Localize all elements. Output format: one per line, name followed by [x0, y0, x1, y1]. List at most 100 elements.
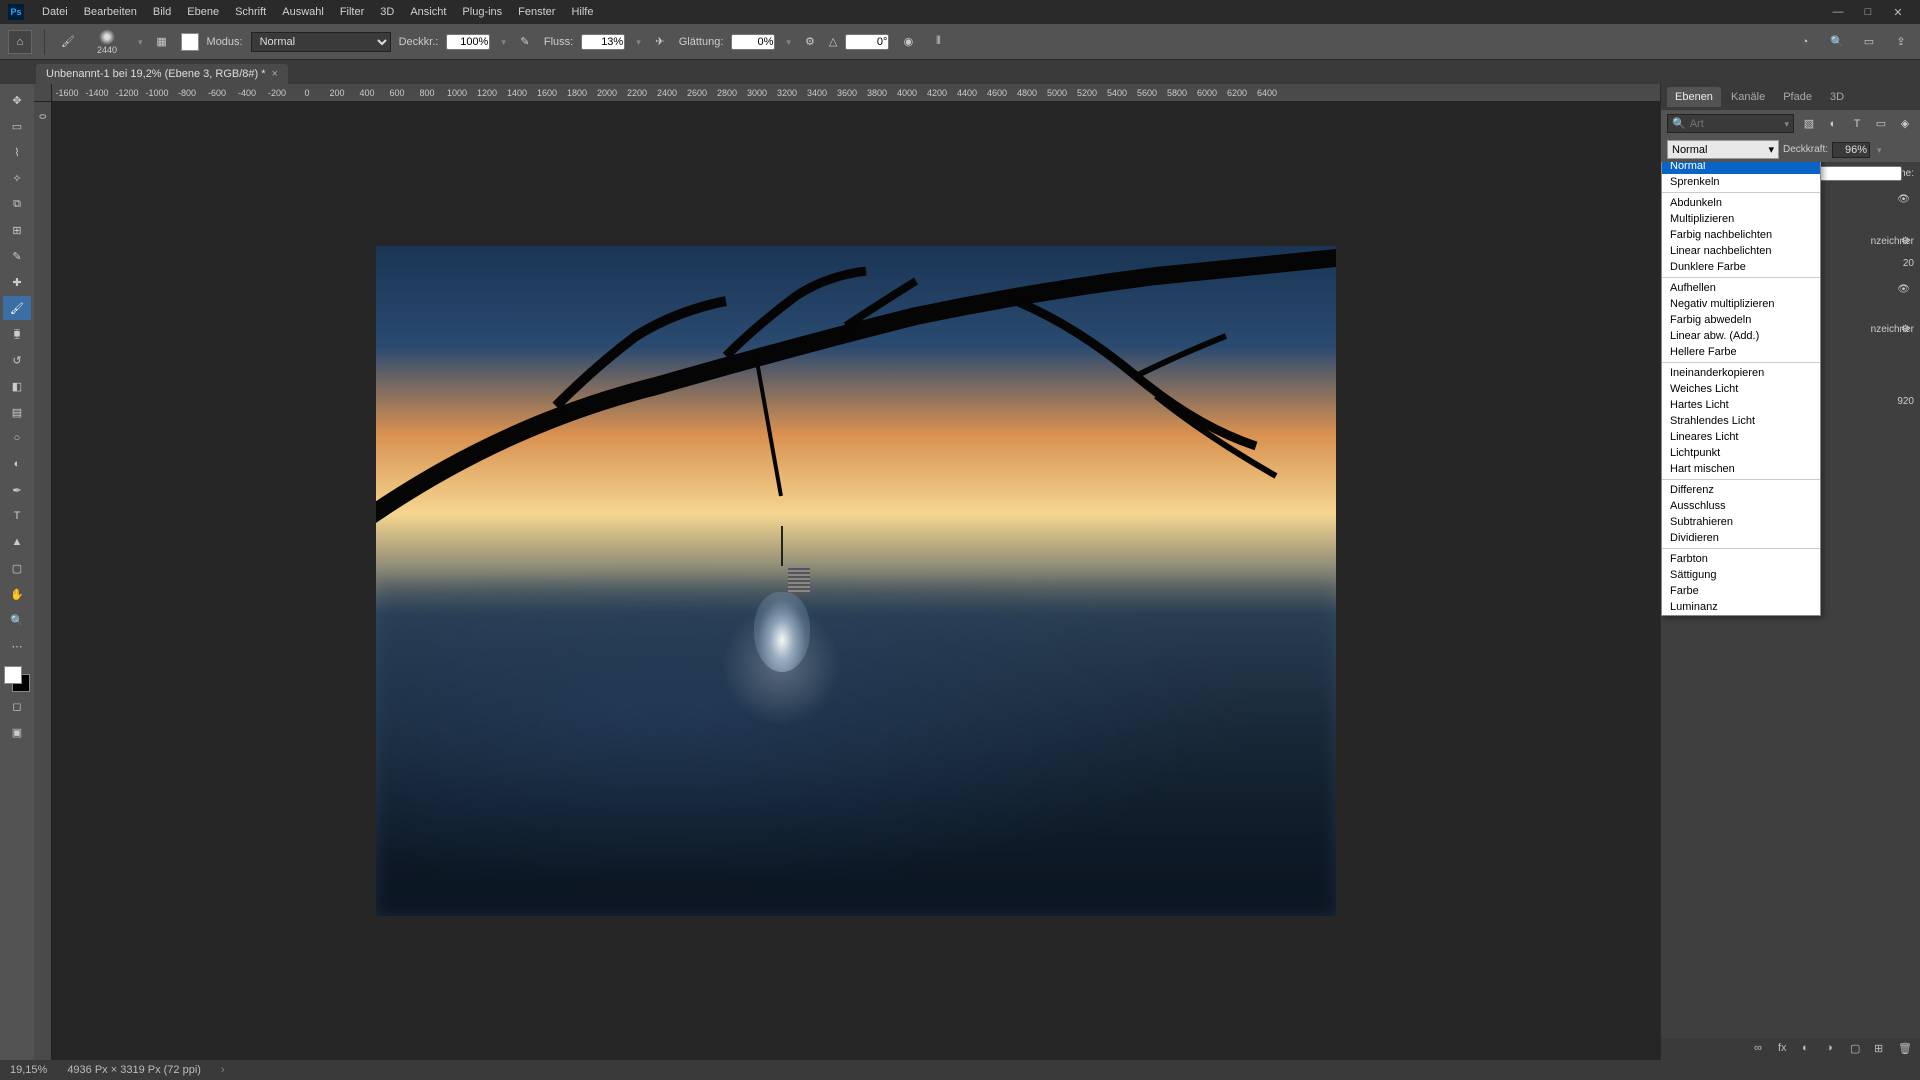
share-icon[interactable]: ⇪ [1890, 31, 1912, 53]
angle-input[interactable] [845, 34, 889, 50]
dodge-tool[interactable]: ◐ [3, 452, 31, 476]
blend-mode-option[interactable]: Differenz [1662, 482, 1820, 498]
blend-mode-option[interactable]: Normal [1662, 162, 1820, 174]
menu-hilfe[interactable]: Hilfe [563, 6, 601, 18]
eye-icon[interactable]: 👁 [1897, 284, 1910, 295]
blend-mode-option[interactable]: Aufhellen [1662, 280, 1820, 296]
blend-mode-option[interactable]: Linear abw. (Add.) [1662, 328, 1820, 344]
hand-tool[interactable]: ✋ [3, 582, 31, 606]
pen-tool[interactable]: ✒ [3, 478, 31, 502]
layer-filter-input[interactable] [1690, 118, 1778, 130]
smoothing-input[interactable] [731, 34, 775, 50]
history-brush-tool[interactable]: ↺ [3, 348, 31, 372]
pressure-size-icon[interactable]: ◉ [897, 31, 919, 53]
fx-icon[interactable]: fx [1778, 1042, 1792, 1056]
filter-shape-icon[interactable]: ▭ [1872, 115, 1890, 133]
marquee-tool[interactable]: ▭ [3, 114, 31, 138]
blend-mode-option[interactable]: Lichtpunkt [1662, 445, 1820, 461]
new-layer-icon[interactable]: ⊞ [1874, 1042, 1888, 1056]
horizontal-ruler[interactable]: -1600-1400-1200-1000-800-600-400-2000200… [52, 84, 1660, 102]
menu-ebene[interactable]: Ebene [179, 6, 227, 18]
opacity-input[interactable] [446, 34, 490, 50]
blend-mode-option[interactable]: Lineares Licht [1662, 429, 1820, 445]
eyedropper-tool[interactable]: ✎ [3, 244, 31, 268]
crop-tool[interactable]: ⧉ [3, 192, 31, 216]
tool-preset-picker[interactable]: 🖌 [57, 31, 79, 53]
settings-icon[interactable]: ⚙ [1901, 236, 1910, 247]
path-select-tool[interactable]: ▲ [3, 530, 31, 554]
blend-mode-option[interactable]: Luminanz [1662, 599, 1820, 615]
tab-paths[interactable]: Pfade [1775, 87, 1820, 107]
filter-type-icon[interactable]: T [1848, 115, 1866, 133]
airbrush-icon[interactable]: ✈ [649, 31, 671, 53]
doc-info-menu-icon[interactable] [221, 1064, 225, 1076]
filter-adjust-icon[interactable]: ◐ [1824, 115, 1842, 133]
blend-mode-option[interactable]: Sättigung [1662, 567, 1820, 583]
menu-fenster[interactable]: Fenster [510, 6, 563, 18]
menu-filter[interactable]: Filter [332, 6, 372, 18]
wand-tool[interactable]: ✧ [3, 166, 31, 190]
eraser-tool[interactable]: ◧ [3, 374, 31, 398]
zoom-level[interactable]: 19,15% [10, 1064, 47, 1076]
flow-input[interactable] [581, 34, 625, 50]
blend-mode-option[interactable]: Multiplizieren [1662, 211, 1820, 227]
maximize-button[interactable]: □ [1854, 2, 1882, 22]
group-icon[interactable]: ▢ [1850, 1042, 1864, 1056]
brush-panel-toggle[interactable]: ▦ [151, 31, 173, 53]
gradient-tool[interactable]: ▤ [3, 400, 31, 424]
quickmask-tool[interactable]: ◻ [3, 694, 31, 718]
document-canvas[interactable] [52, 102, 1660, 1060]
type-tool[interactable]: T [3, 504, 31, 528]
layer-opacity-input[interactable] [1832, 142, 1870, 158]
settings-icon[interactable]: ⚙ [1901, 324, 1910, 335]
menu-plug-ins[interactable]: Plug-ins [454, 6, 510, 18]
home-button[interactable]: ⌂ [8, 30, 32, 54]
menu-auswahl[interactable]: Auswahl [274, 6, 332, 18]
blend-mode-option[interactable]: Hart mischen [1662, 461, 1820, 477]
filter-smart-icon[interactable]: ◈ [1896, 115, 1914, 133]
shape-tool[interactable]: ▢ [3, 556, 31, 580]
color-swatch[interactable] [181, 33, 199, 51]
blend-mode-option[interactable]: Dunklere Farbe [1662, 259, 1820, 275]
blend-mode-option[interactable]: Sprenkeln [1662, 174, 1820, 190]
lasso-tool[interactable]: ⌇ [3, 140, 31, 164]
menu-3d[interactable]: 3D [372, 6, 402, 18]
minimize-button[interactable]: — [1824, 2, 1852, 22]
heal-tool[interactable]: ✚ [3, 270, 31, 294]
blend-mode-option[interactable]: Ineinanderkopieren [1662, 365, 1820, 381]
close-window-button[interactable]: ✕ [1884, 2, 1912, 22]
blend-mode-option[interactable]: Farbig abwedeln [1662, 312, 1820, 328]
zoom-tool[interactable]: 🔍 [3, 608, 31, 632]
blend-mode-option[interactable]: Farbton [1662, 551, 1820, 567]
symmetry-icon[interactable]: ⦀ [927, 31, 949, 53]
blend-mode-option[interactable]: Ausschluss [1662, 498, 1820, 514]
adjustment-icon[interactable]: ◑ [1826, 1042, 1840, 1056]
filter-image-icon[interactable]: ▧ [1800, 115, 1818, 133]
screenmode-tool[interactable]: ▣ [3, 720, 31, 744]
brush-tool[interactable]: 🖌 [3, 296, 31, 320]
smoothing-gear-icon[interactable]: ⚙ [799, 31, 821, 53]
blend-mode-menu[interactable]: Normal▾ NormalSprenkelnAbdunkelnMultipli… [1661, 162, 1821, 616]
tab-layers[interactable]: Ebenen [1667, 87, 1721, 107]
edit-toolbar[interactable]: ⋯ [3, 634, 31, 658]
cloud-docs-icon[interactable]: ◔ [1794, 31, 1816, 53]
tab-3d[interactable]: 3D [1822, 87, 1852, 107]
layer-filter-search[interactable]: 🔍 [1667, 114, 1794, 133]
menu-ansicht[interactable]: Ansicht [402, 6, 454, 18]
blend-mode-option[interactable]: Strahlendes Licht [1662, 413, 1820, 429]
blend-mode-option[interactable]: Dividieren [1662, 530, 1820, 546]
blend-mode-option[interactable]: Farbig nachbelichten [1662, 227, 1820, 243]
mask-icon[interactable]: ◐ [1802, 1042, 1816, 1056]
search-icon[interactable]: 🔍 [1826, 31, 1848, 53]
menu-schrift[interactable]: Schrift [227, 6, 274, 18]
frame-tool[interactable]: ⊞ [3, 218, 31, 242]
brush-preset-picker[interactable]: 2440 [87, 28, 127, 56]
close-tab-icon[interactable]: × [272, 68, 278, 80]
pressure-opacity-icon[interactable]: ✎ [514, 31, 536, 53]
tab-channels[interactable]: Kanäle [1723, 87, 1773, 107]
document-tab[interactable]: Unbenannt-1 bei 19,2% (Ebene 3, RGB/8#) … [36, 64, 288, 84]
eye-icon[interactable]: 👁 [1897, 194, 1910, 205]
blend-mode-option[interactable]: Hartes Licht [1662, 397, 1820, 413]
blend-mode-option[interactable]: Abdunkeln [1662, 195, 1820, 211]
vertical-ruler[interactable]: 0 [34, 102, 52, 1060]
